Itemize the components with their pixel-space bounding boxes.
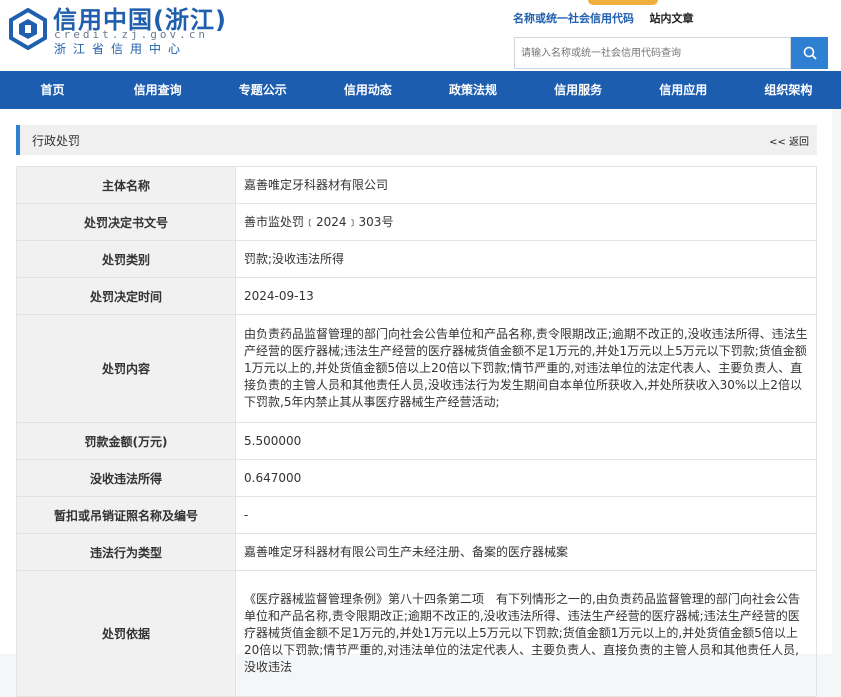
row-value: 《医疗器械监督管理条例》第八十四条第二项 有下列情形之一的,由负责药品监督管理的… (235, 570, 817, 697)
search-button[interactable] (791, 37, 828, 69)
row-label: 暂扣或吊销证照名称及编号 (16, 496, 236, 534)
row-label: 没收违法所得 (16, 459, 236, 497)
nav-item-organization[interactable]: 组织架构 (736, 71, 841, 109)
site-header: 信用中国(浙江) credit.zj.gov.cn 浙江省信用中心 名称或统一社… (0, 0, 841, 71)
tab-name-or-code[interactable]: 名称或统一社会信用代码 (513, 10, 634, 26)
section-title: 行政处罚 (32, 134, 81, 148)
nav-item-home[interactable]: 首页 (0, 71, 105, 109)
nav-item-credit-news[interactable]: 信用动态 (315, 71, 420, 109)
nav-item-credit-service[interactable]: 信用服务 (526, 71, 631, 109)
penalty-detail-table: 主体名称 嘉善唯定牙科器材有限公司 处罚决定书文号 善市监处罚﹝2024﹞303… (16, 166, 817, 697)
table-row: 处罚决定书文号 善市监处罚﹝2024﹞303号 (16, 203, 817, 241)
row-label: 处罚决定时间 (16, 277, 236, 315)
site-subtitle: 浙江省信用中心 (54, 42, 188, 56)
main-nav: 首页 信用查询 专题公示 信用动态 政策法规 信用服务 信用应用 组织架构 (0, 71, 841, 109)
nav-item-special-notice[interactable]: 专题公示 (210, 71, 315, 109)
row-value: 0.647000 (235, 459, 817, 497)
row-value: 5.500000 (235, 422, 817, 460)
row-label: 处罚依据 (16, 570, 236, 697)
row-value: 善市监处罚﹝2024﹞303号 (235, 203, 817, 241)
back-link[interactable]: << 返回 (769, 133, 809, 148)
nav-item-credit-query[interactable]: 信用查询 (105, 71, 210, 109)
row-value: 由负责药品监督管理的部门向社会公告单位和产品名称,责令限期改正;逾期不改正的,没… (235, 314, 817, 423)
row-value: 嘉善唯定牙科器材有限公司 (235, 166, 817, 204)
active-tab-marker (588, 0, 658, 5)
table-row: 罚款金额(万元) 5.500000 (16, 422, 817, 460)
row-label: 处罚类别 (16, 240, 236, 278)
tab-site-articles[interactable]: 站内文章 (650, 10, 694, 26)
row-value: 嘉善唯定牙科器材有限公司生产未经注册、备案的医疗器械案 (235, 533, 817, 571)
table-row: 没收违法所得 0.647000 (16, 459, 817, 497)
table-row: 处罚决定时间 2024-09-13 (16, 277, 817, 315)
row-value: 2024-09-13 (235, 277, 817, 315)
row-value: - (235, 496, 817, 534)
credit-china-logo-icon (9, 8, 47, 50)
search-icon (803, 46, 817, 60)
row-value: 罚款;没收违法所得 (235, 240, 817, 278)
nav-item-policy[interactable]: 政策法规 (421, 71, 526, 109)
site-logo[interactable]: 信用中国(浙江) credit.zj.gov.cn 浙江省信用中心 (8, 2, 226, 60)
table-row: 主体名称 嘉善唯定牙科器材有限公司 (16, 166, 817, 204)
row-label: 罚款金额(万元) (16, 422, 236, 460)
search-input[interactable] (514, 37, 791, 69)
search-tabs: 名称或统一社会信用代码 站内文章 (513, 10, 706, 26)
row-label: 处罚内容 (16, 314, 236, 423)
table-row: 处罚内容 由负责药品监督管理的部门向社会公告单位和产品名称,责令限期改正;逾期不… (16, 314, 817, 423)
row-label: 处罚决定书文号 (16, 203, 236, 241)
section-header: 行政处罚 << 返回 (16, 125, 817, 155)
row-label: 主体名称 (16, 166, 236, 204)
nav-item-credit-application[interactable]: 信用应用 (631, 71, 736, 109)
table-row: 处罚类别 罚款;没收违法所得 (16, 240, 817, 278)
table-row: 处罚依据 《医疗器械监督管理条例》第八十四条第二项 有下列情形之一的,由负责药品… (16, 570, 817, 697)
table-row: 违法行为类型 嘉善唯定牙科器材有限公司生产未经注册、备案的医疗器械案 (16, 533, 817, 571)
table-row: 暂扣或吊销证照名称及编号 - (16, 496, 817, 534)
row-label: 违法行为类型 (16, 533, 236, 571)
